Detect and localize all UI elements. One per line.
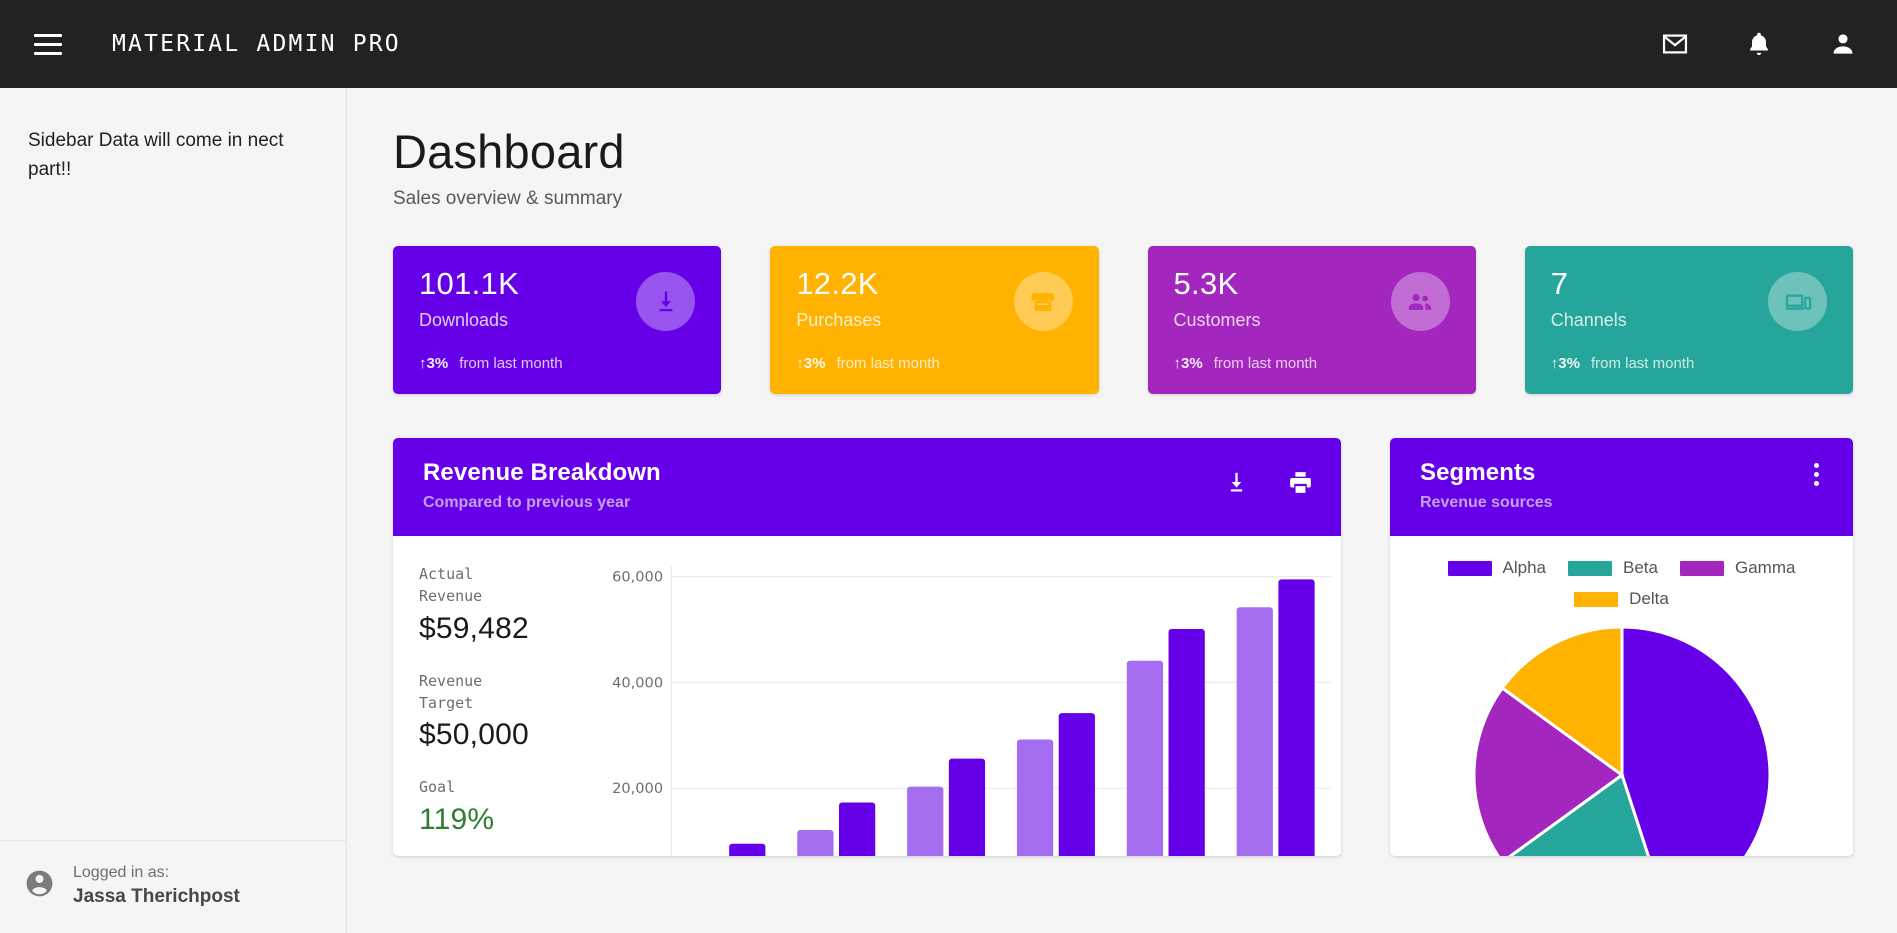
legend-label: Gamma [1735, 558, 1796, 578]
stat-delta-percent: ↑3% [796, 355, 826, 373]
revenue-panel-body: Actual Revenue $59,482 Revenue Target $5… [393, 536, 1341, 857]
legend-item[interactable]: Alpha [1447, 558, 1547, 578]
segments-panel-subtitle: Revenue sources [1420, 494, 1553, 512]
store-icon [1013, 272, 1073, 332]
stat-delta-text: from last month [836, 355, 940, 373]
segments-panel-header: Segments Revenue sources [1390, 438, 1853, 537]
page-subtitle: Sales overview & summary [393, 188, 623, 210]
legend-label: Delta [1629, 589, 1669, 609]
legend-label: Alpha [1502, 558, 1547, 578]
revenue-stat-label: Revenue Target [419, 671, 483, 712]
pie-chart-wrap[interactable] [1410, 625, 1833, 857]
people-icon [1390, 272, 1450, 332]
stat-card-purchases[interactable]: 12.2K Purchases ↑3% from last month [770, 246, 1099, 395]
revenue-panel-header: Revenue Breakdown Compared to previous y… [393, 438, 1341, 537]
revenue-stat-label: Actual Revenue [419, 565, 483, 605]
revenue-stat-goal: Goal 119% [419, 777, 611, 837]
stat-card-row: 101.1K Downloads ↑3% from last month 12.… [393, 246, 1853, 395]
segments-panel-titles: Segments Revenue sources [1420, 459, 1806, 512]
stat-delta-text: from last month [1590, 355, 1695, 373]
legend-label: Beta [1623, 558, 1658, 578]
panel-row: Revenue Breakdown Compared to previous y… [393, 438, 1853, 857]
legend-item[interactable]: Delta [1574, 589, 1669, 609]
bell-icon[interactable] [1739, 24, 1779, 64]
revenue-panel-actions [1221, 459, 1315, 497]
revenue-stat-target: Revenue Target $50,000 [419, 671, 611, 753]
logged-in-label: Logged in as: [73, 864, 170, 882]
revenue-panel-title: Revenue Breakdown [423, 459, 661, 487]
legend-swatch [1568, 560, 1613, 576]
body-row: Sidebar Data will come in nect part!! Lo… [0, 88, 1897, 933]
sidebar: Sidebar Data will come in nect part!! Lo… [0, 88, 347, 933]
stat-card-channels[interactable]: 7 Channels ↑3% from last month [1524, 246, 1853, 395]
svg-text:40,000: 40,000 [612, 676, 663, 692]
download-icon[interactable] [1221, 467, 1251, 497]
legend-swatch [1680, 560, 1724, 576]
dashboard-app: MATERIAL ADMIN PRO Sidebar Data will com… [0, 0, 1897, 933]
revenue-stats-column: Actual Revenue $59,482 Revenue Target $5… [393, 536, 611, 856]
main-content: Dashboard Sales overview & summary 101.1… [347, 88, 1897, 933]
revenue-stat-value: $50,000 [419, 718, 529, 752]
revenue-panel-subtitle: Compared to previous year [423, 494, 631, 512]
account-circle-icon [24, 868, 55, 904]
revenue-breakdown-panel: Revenue Breakdown Compared to previous y… [393, 438, 1341, 857]
revenue-stat-actual: Actual Revenue $59,482 [419, 564, 611, 646]
stat-delta-percent: ↑3% [1173, 355, 1203, 373]
stat-delta: ↑3% from last month [419, 355, 563, 372]
revenue-stat-label: Goal [419, 778, 456, 797]
revenue-panel-titles: Revenue Breakdown Compared to previous y… [423, 459, 1221, 512]
stat-delta: ↑3% from last month [1551, 355, 1695, 372]
stat-delta: ↑3% from last month [796, 355, 940, 372]
revenue-bar-chart[interactable]: 20,000 40,000 60,000 [611, 536, 1341, 857]
logged-in-user-name: Jassa Therichpost [73, 886, 240, 908]
stat-delta-percent: ↑3% [419, 355, 449, 373]
legend-swatch [1574, 591, 1619, 607]
stat-delta-text: from last month [459, 355, 563, 373]
svg-text:60,000: 60,000 [612, 570, 663, 586]
segments-panel: Segments Revenue sources Alpha Beta Gamma D… [1390, 438, 1853, 857]
revenue-stat-value: $59,482 [419, 611, 529, 645]
pie-slice[interactable] [1620, 625, 1771, 857]
stat-card-downloads[interactable]: 101.1K Downloads ↑3% from last month [393, 246, 722, 395]
segments-panel-title: Segments [1420, 459, 1536, 487]
mail-icon[interactable] [1655, 24, 1695, 64]
stat-delta-percent: ↑3% [1550, 355, 1580, 373]
more-vert-icon[interactable] [1806, 459, 1827, 490]
revenue-stat-value: 119% [419, 803, 495, 836]
print-icon[interactable] [1285, 467, 1315, 497]
person-icon[interactable] [1823, 24, 1863, 64]
stat-delta-text: from last month [1213, 355, 1318, 373]
sidebar-placeholder-note: Sidebar Data will come in nect part!! [28, 130, 284, 181]
top-app-bar: MATERIAL ADMIN PRO [0, 0, 1897, 88]
brand-title: MATERIAL ADMIN PRO [112, 31, 401, 57]
stat-card-customers[interactable]: 5.3K Customers ↑3% from last month [1147, 246, 1476, 395]
topbar-actions [1655, 24, 1863, 64]
legend-item[interactable]: Beta [1568, 558, 1658, 578]
stat-delta: ↑3% from last month [1174, 355, 1318, 372]
sidebar-user-text: Logged in as: Jassa Therichpost [73, 861, 240, 911]
sidebar-user-footer[interactable]: Logged in as: Jassa Therichpost [0, 840, 346, 933]
page-title: Dashboard [393, 125, 625, 178]
legend-swatch [1447, 560, 1492, 576]
hamburger-menu-icon[interactable] [26, 22, 70, 66]
segments-panel-body: Alpha Beta Gamma Delta [1390, 536, 1853, 857]
pie-legend: Alpha Beta Gamma Delta [1410, 558, 1833, 609]
legend-item[interactable]: Gamma [1680, 558, 1795, 578]
svg-text:20,000: 20,000 [612, 782, 663, 798]
